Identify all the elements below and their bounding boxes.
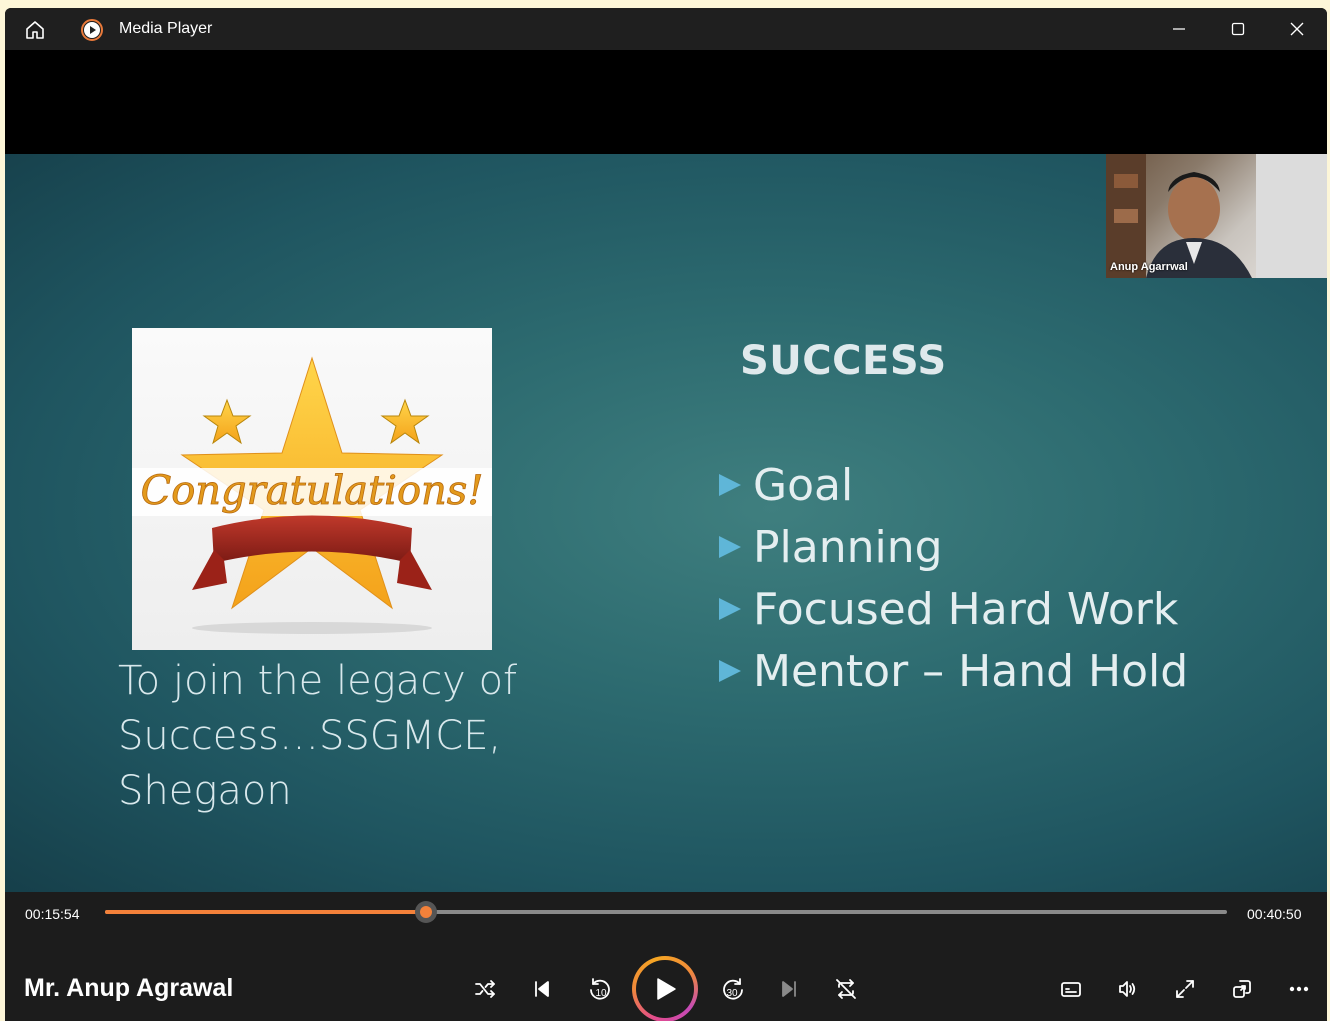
caption-line: Success…SSGMCE, (118, 713, 502, 759)
play-button-inner (636, 960, 694, 1018)
media-player-window: Media Player Congratulations! To join th… (5, 8, 1327, 1021)
congratulations-text: Congratulations! (141, 468, 484, 514)
maximize-button[interactable] (1218, 14, 1258, 44)
bullet-text: Focused Hard Work (753, 583, 1179, 635)
fullscreen-icon (1176, 980, 1194, 998)
close-icon (1290, 22, 1304, 36)
next-icon (782, 981, 796, 997)
seek-bar-progress (105, 910, 426, 914)
more-options-button[interactable] (1279, 969, 1319, 1009)
triangle-bullet-icon (719, 536, 741, 558)
media-player-icon (81, 19, 103, 41)
bullet-item: Goal (717, 454, 1188, 516)
caption-line: To join the legacy of (118, 658, 518, 704)
skip-forward-button[interactable]: 30 (713, 969, 753, 1009)
play-button[interactable] (632, 956, 698, 1021)
congratulations-image: Congratulations! (132, 328, 492, 650)
seek-bar[interactable] (105, 901, 1227, 923)
skip-back-button[interactable]: 10 (580, 969, 620, 1009)
previous-icon (535, 981, 549, 997)
skip-forward-30-icon: 30 (723, 978, 743, 1000)
miniplayer-icon (1233, 980, 1251, 998)
video-area[interactable]: Congratulations! To join the legacy of S… (5, 50, 1327, 892)
repeat-off-icon (836, 979, 856, 999)
miniplayer-button[interactable] (1222, 969, 1262, 1009)
repeat-button[interactable] (826, 969, 866, 1009)
playback-controls: 00:15:54 00:40:50 Mr. Anup Agrawal 10 30 (5, 892, 1327, 1021)
triangle-bullet-icon (719, 660, 741, 682)
window-title: Media Player (119, 20, 213, 37)
maximize-icon (1231, 22, 1245, 36)
volume-icon (1119, 981, 1136, 997)
triangle-bullet-icon (719, 474, 741, 496)
close-button[interactable] (1277, 14, 1317, 44)
presentation-slide: Congratulations! To join the legacy of S… (5, 154, 1327, 892)
skip-back-10-icon: 10 (590, 978, 610, 1000)
title-bar: Media Player (5, 8, 1327, 50)
triangle-bullet-icon (719, 598, 741, 620)
more-icon (1289, 986, 1309, 992)
bullet-text: Planning (753, 521, 943, 573)
bullet-item: Focused Hard Work (717, 578, 1188, 640)
presenter-video-thumbnail: Anup Agarrwal (1106, 154, 1327, 278)
play-icon (657, 978, 676, 1000)
shuffle-button[interactable] (465, 969, 505, 1009)
total-time: 00:40:50 (1247, 906, 1302, 922)
seek-thumb[interactable] (415, 901, 437, 923)
bullet-item: Mentor – Hand Hold (717, 640, 1188, 702)
bullet-list: Goal Planning Focused Hard Work Mentor –… (717, 454, 1188, 702)
volume-button[interactable] (1108, 969, 1148, 1009)
presenter-name-label: Anup Agarrwal (1110, 261, 1188, 273)
slide-caption: To join the legacy of Success…SSGMCE, Sh… (118, 654, 638, 819)
bullet-item: Planning (717, 516, 1188, 578)
captions-icon (1061, 982, 1081, 997)
caption-line: Shegaon (118, 768, 292, 814)
skip-back-label: 10 (595, 988, 607, 999)
home-icon[interactable] (23, 18, 47, 42)
minimize-button[interactable] (1159, 14, 1199, 44)
now-playing-title: Mr. Anup Agrawal (24, 974, 234, 1002)
previous-button[interactable] (522, 969, 562, 1009)
captions-button[interactable] (1051, 969, 1091, 1009)
minimize-icon (1173, 28, 1185, 30)
fullscreen-button[interactable] (1165, 969, 1205, 1009)
next-button[interactable] (769, 969, 809, 1009)
slide-heading: SUCCESS (740, 338, 947, 384)
bullet-text: Goal (753, 459, 854, 511)
shuffle-icon (475, 980, 495, 998)
skip-forward-label: 30 (726, 988, 738, 999)
bullet-text: Mentor – Hand Hold (753, 645, 1189, 697)
elapsed-time: 00:15:54 (25, 906, 80, 922)
